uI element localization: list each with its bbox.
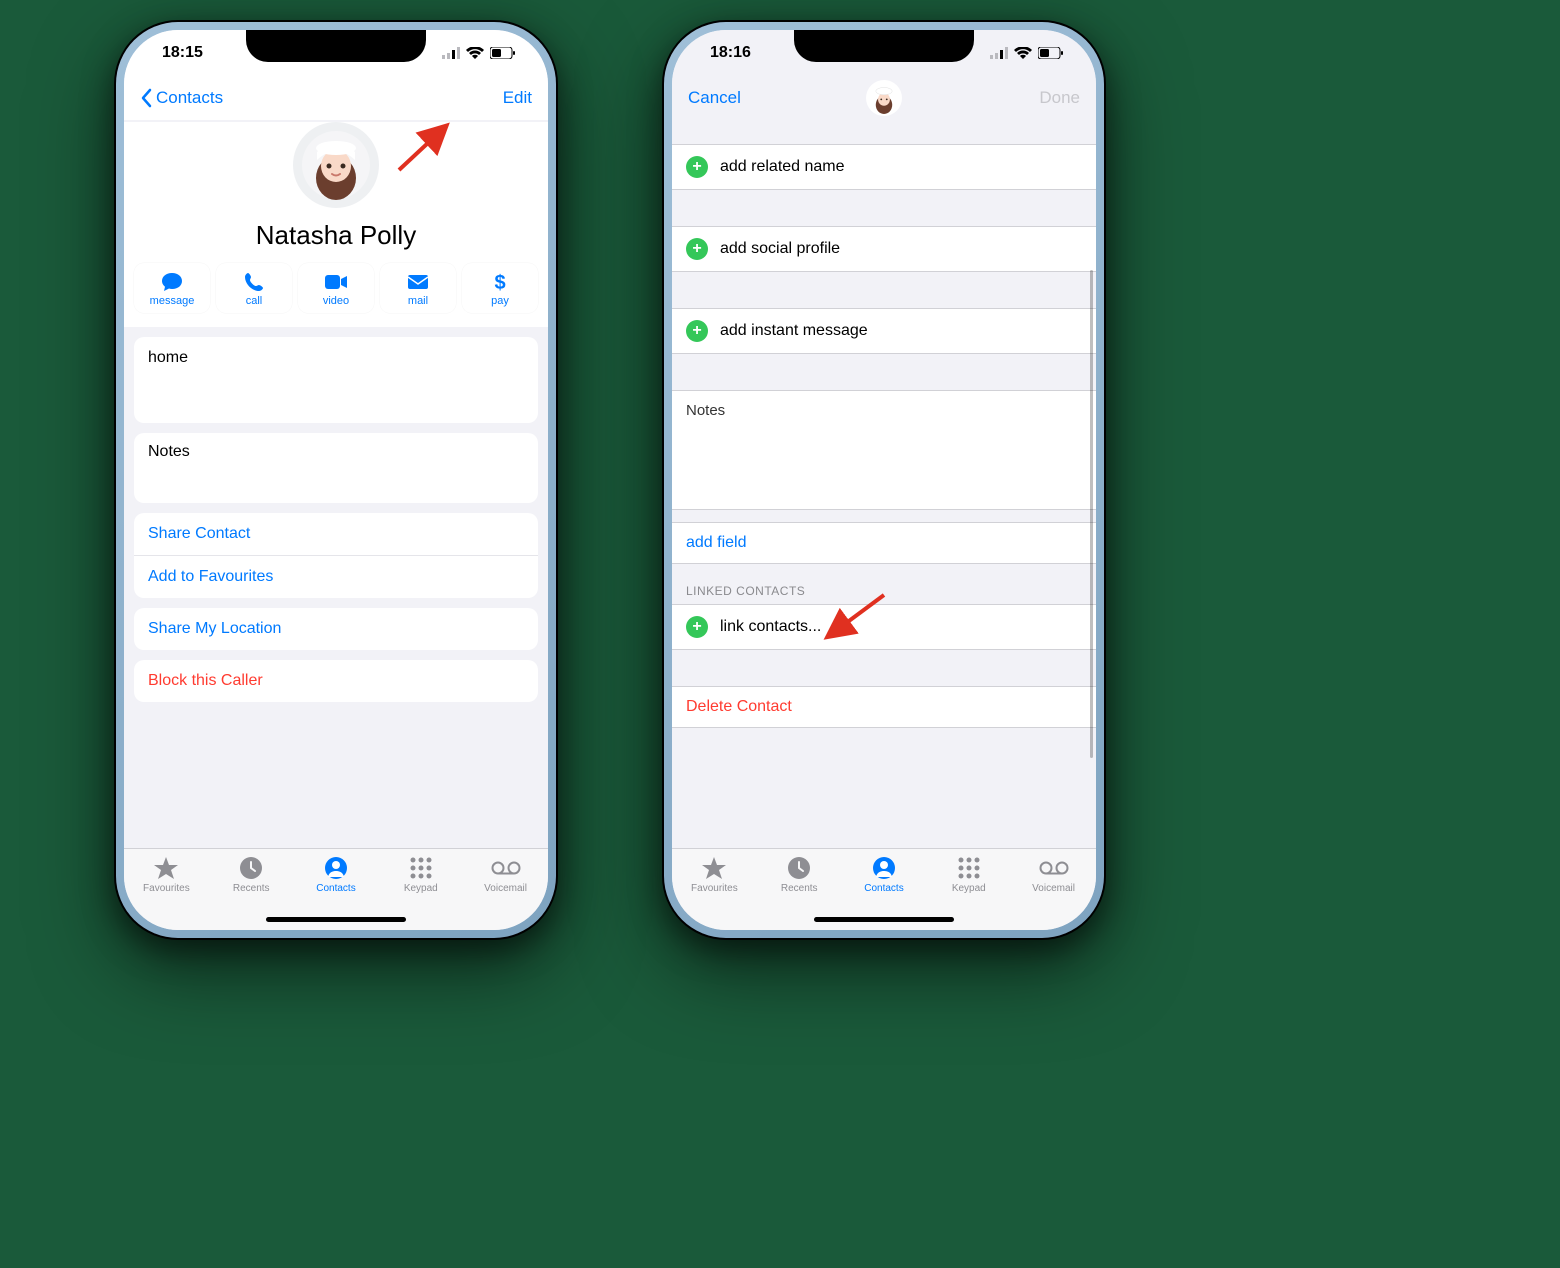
status-icons bbox=[990, 47, 1064, 59]
video-icon bbox=[324, 271, 348, 293]
tab-keypad[interactable]: Keypad bbox=[933, 855, 1005, 894]
delete-contact[interactable]: Delete Contact bbox=[672, 686, 1096, 728]
add-social-profile[interactable]: + add social profile bbox=[672, 226, 1096, 272]
plus-icon: + bbox=[686, 156, 708, 178]
tab-voicemail[interactable]: Voicemail bbox=[1018, 855, 1090, 894]
scroll-indicator[interactable] bbox=[1090, 270, 1093, 758]
tab-voicemail[interactable]: Voicemail bbox=[470, 855, 542, 894]
done-button[interactable]: Done bbox=[1039, 88, 1080, 108]
tab-recents[interactable]: Recents bbox=[763, 855, 835, 894]
add-to-favourites[interactable]: Add to Favourites bbox=[134, 556, 538, 598]
tab-label: Voicemail bbox=[1032, 883, 1075, 894]
add-related-name[interactable]: + add related name bbox=[672, 144, 1096, 190]
field-home[interactable]: home bbox=[134, 337, 538, 423]
nav-bar-edit: Cancel Done bbox=[672, 76, 1096, 120]
phone-mockup-right: 18:16 Cancel bbox=[662, 20, 1106, 940]
contact-content: Natasha Polly message call video bbox=[124, 120, 548, 848]
voicemail-icon bbox=[1039, 855, 1069, 881]
nav-bar: Contacts Edit bbox=[124, 76, 548, 120]
voicemail-icon bbox=[491, 855, 521, 881]
contact-avatar[interactable] bbox=[293, 122, 379, 208]
back-label: Contacts bbox=[156, 88, 223, 108]
status-icons bbox=[442, 47, 516, 59]
add-instant-message[interactable]: + add instant message bbox=[672, 308, 1096, 354]
share-contact[interactable]: Share Contact bbox=[134, 513, 538, 556]
plus-icon: + bbox=[686, 238, 708, 260]
tab-label: Recents bbox=[233, 883, 270, 894]
plus-icon: + bbox=[686, 320, 708, 342]
tab-contacts[interactable]: Contacts bbox=[848, 855, 920, 894]
edit-content[interactable]: + add related name + add social profile … bbox=[672, 120, 1096, 848]
keypad-icon bbox=[957, 855, 981, 881]
tab-favourites[interactable]: Favourites bbox=[130, 855, 202, 894]
wifi-icon bbox=[1014, 47, 1032, 59]
mail-button[interactable]: mail bbox=[380, 263, 456, 313]
keypad-icon bbox=[409, 855, 433, 881]
pay-label: pay bbox=[491, 295, 509, 307]
tab-label: Keypad bbox=[952, 883, 986, 894]
home-indicator[interactable] bbox=[266, 917, 406, 922]
tab-label: Favourites bbox=[691, 883, 738, 894]
tab-favourites[interactable]: Favourites bbox=[678, 855, 750, 894]
pay-button[interactable]: $ pay bbox=[462, 263, 538, 313]
field-notes[interactable]: Notes bbox=[134, 433, 538, 503]
dollar-icon: $ bbox=[493, 271, 507, 293]
block-caller[interactable]: Block this Caller bbox=[134, 660, 538, 702]
cellular-icon bbox=[442, 47, 460, 59]
tab-label: Favourites bbox=[143, 883, 190, 894]
cellular-icon bbox=[990, 47, 1008, 59]
home-indicator[interactable] bbox=[814, 917, 954, 922]
mail-label: mail bbox=[408, 295, 428, 307]
add-field[interactable]: add field bbox=[672, 522, 1096, 564]
video-label: video bbox=[323, 295, 349, 307]
person-icon bbox=[872, 855, 896, 881]
share-my-location[interactable]: Share My Location bbox=[134, 608, 538, 650]
status-time: 18:16 bbox=[710, 44, 751, 62]
nav-avatar[interactable] bbox=[866, 80, 902, 116]
battery-icon bbox=[1038, 47, 1064, 59]
tab-label: Contacts bbox=[864, 883, 903, 894]
message-icon bbox=[161, 271, 183, 293]
tab-recents[interactable]: Recents bbox=[215, 855, 287, 894]
linked-contacts-header: LINKED CONTACTS bbox=[672, 564, 1096, 604]
message-button[interactable]: message bbox=[134, 263, 210, 313]
contact-name: Natasha Polly bbox=[124, 220, 548, 251]
tab-keypad[interactable]: Keypad bbox=[385, 855, 457, 894]
phone-mockup-left: 18:15 Contacts Edit bbox=[114, 20, 558, 940]
message-label: message bbox=[150, 295, 195, 307]
phone-icon bbox=[244, 271, 264, 293]
cancel-button[interactable]: Cancel bbox=[688, 88, 741, 108]
wifi-icon bbox=[466, 47, 484, 59]
chevron-left-icon bbox=[140, 88, 152, 108]
tab-label: Voicemail bbox=[484, 883, 527, 894]
svg-text:$: $ bbox=[494, 272, 505, 293]
star-icon bbox=[153, 855, 179, 881]
notch bbox=[246, 30, 426, 62]
tab-label: Contacts bbox=[316, 883, 355, 894]
status-time: 18:15 bbox=[162, 44, 203, 62]
tab-contacts[interactable]: Contacts bbox=[300, 855, 372, 894]
tab-label: Recents bbox=[781, 883, 818, 894]
back-button[interactable]: Contacts bbox=[140, 88, 223, 108]
edit-button[interactable]: Edit bbox=[503, 88, 532, 108]
mail-icon bbox=[407, 271, 429, 293]
link-contacts[interactable]: + link contacts... bbox=[672, 604, 1096, 650]
call-label: call bbox=[246, 295, 263, 307]
star-icon bbox=[701, 855, 727, 881]
call-button[interactable]: call bbox=[216, 263, 292, 313]
battery-icon bbox=[490, 47, 516, 59]
notes-field[interactable]: Notes bbox=[672, 390, 1096, 510]
clock-icon bbox=[787, 855, 811, 881]
video-button[interactable]: video bbox=[298, 263, 374, 313]
notch bbox=[794, 30, 974, 62]
tab-label: Keypad bbox=[404, 883, 438, 894]
clock-icon bbox=[239, 855, 263, 881]
plus-icon: + bbox=[686, 616, 708, 638]
person-icon bbox=[324, 855, 348, 881]
